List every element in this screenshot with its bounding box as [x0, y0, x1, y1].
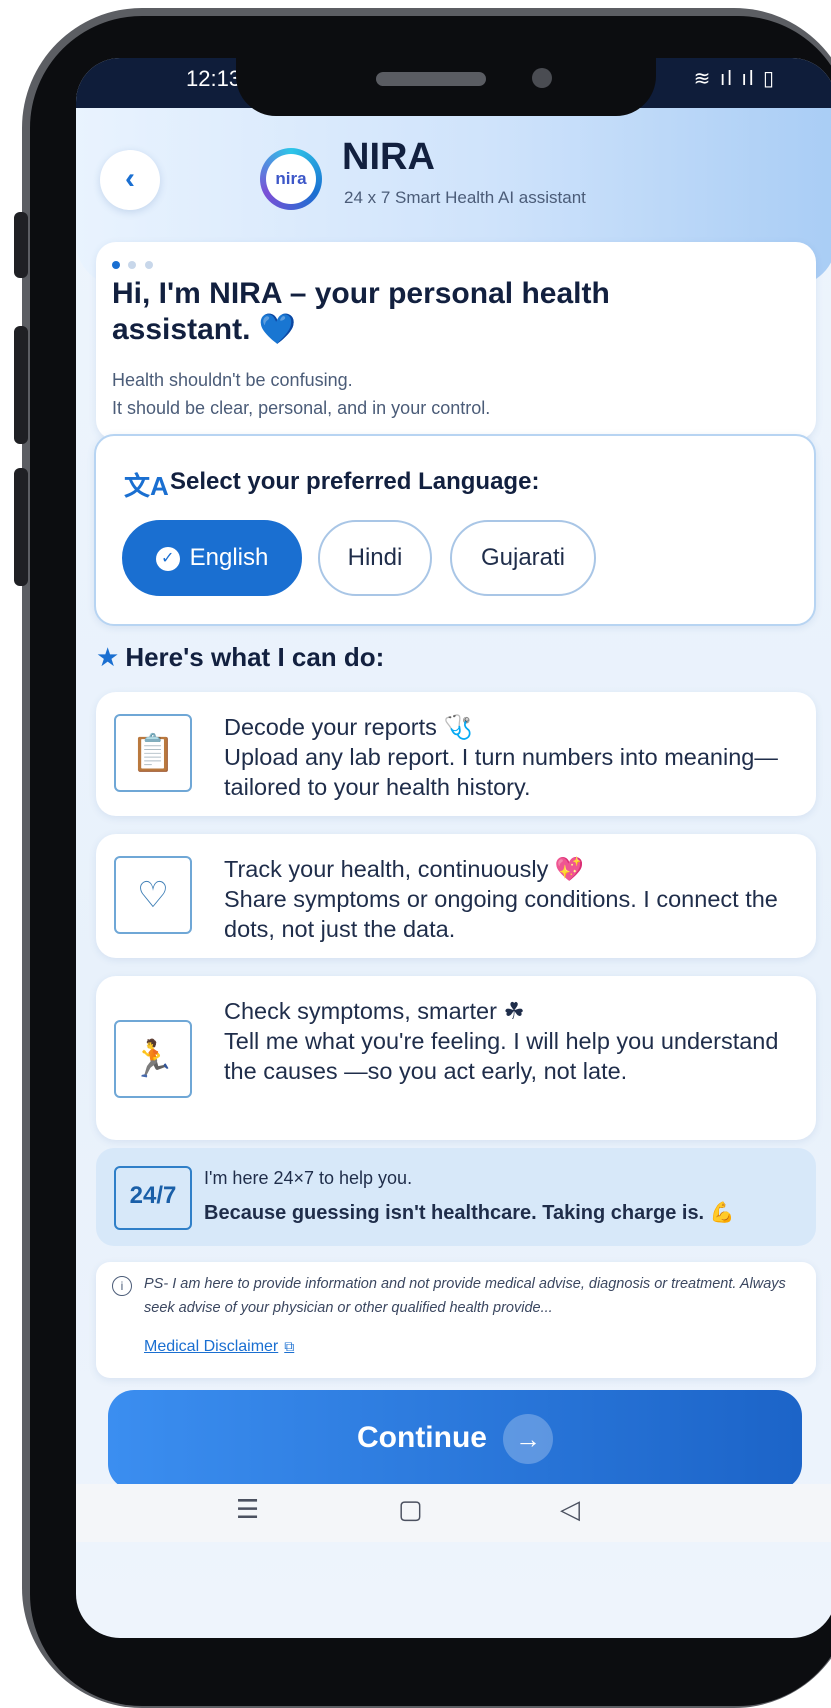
signal-icons: ≋ ıl ıl ▯: [693, 68, 776, 90]
language-option-gujarati[interactable]: Gujarati: [450, 520, 596, 596]
disclaimer-text: PS- I am here to provide information and…: [144, 1276, 786, 1316]
banner-line-1: I'm here 24×7 to help you.: [204, 1168, 413, 1188]
language-option-hindi[interactable]: Hindi: [318, 520, 432, 596]
app-subtitle: 24 x 7 Smart Health AI assistant: [344, 188, 586, 207]
chevron-left-icon: ‹: [125, 162, 135, 195]
front-camera: [532, 68, 552, 88]
capabilities-title-text: Here's what I can do:: [125, 642, 385, 672]
report-icon: 📋: [114, 714, 192, 792]
speaker-grille: [376, 72, 486, 86]
language-option-label: English: [189, 544, 269, 571]
medical-disclaimer-link-text: Medical Disclaimer: [144, 1338, 279, 1355]
intro-card: Hi, I'm NIRA – your personal health assi…: [96, 242, 816, 440]
language-option-label: Gujarati: [480, 544, 566, 571]
language-title: Select your preferred Language:: [170, 468, 540, 495]
feature-card-symptoms[interactable]: 🏃 Check symptoms, smarter ☘ Tell me what…: [96, 976, 816, 1140]
app-title: NIRA: [342, 136, 435, 178]
back-triangle-icon[interactable]: ◁: [560, 1494, 580, 1525]
phone-side-button: [14, 212, 28, 278]
phone-volume-up-button: [14, 326, 28, 444]
star-icon: ★: [96, 642, 120, 672]
blue-heart-icon: 💙: [258, 313, 297, 346]
feature-card-reports[interactable]: 📋 Decode your reports 🩺 Upload any lab r…: [96, 692, 816, 816]
feature-title: Decode your reports 🩺: [224, 714, 473, 740]
status-time: 12:13: [186, 66, 242, 91]
home-icon[interactable]: ▢: [398, 1494, 423, 1525]
feature-title: Check symptoms, smarter ☘: [224, 998, 525, 1024]
feature-description: Share symptoms or ongoing conditions. I …: [224, 886, 778, 942]
feature-card-tracking[interactable]: ♡ Track your health, continuously 💖 Shar…: [96, 834, 816, 958]
intro-line-1: Health shouldn't be confusing.: [112, 370, 353, 390]
info-icon: i: [112, 1276, 132, 1296]
feature-text: Decode your reports 🩺 Upload any lab rep…: [224, 712, 804, 802]
check-icon: ✓: [155, 546, 180, 571]
language-option-english[interactable]: ✓ English: [122, 520, 302, 596]
language-option-label: Hindi: [347, 544, 403, 571]
feature-text: Track your health, continuously 💖 Share …: [224, 854, 804, 944]
carousel-dot[interactable]: [128, 261, 137, 269]
back-button[interactable]: ‹: [100, 150, 160, 210]
carousel-dot[interactable]: [144, 261, 153, 269]
nira-logo: nira: [260, 148, 322, 210]
feature-description: Upload any lab report. I turn numbers in…: [224, 744, 778, 800]
arrow-right-icon: →: [502, 1414, 553, 1465]
logo-text: nira: [266, 154, 316, 204]
intro-headline-text: Hi, I'm NIRA – your personal health assi…: [112, 277, 610, 346]
intro-headline: Hi, I'm NIRA – your personal health assi…: [112, 276, 732, 348]
carousel-dots: [112, 256, 157, 274]
language-card: 文A Select your preferred Language: ✓ Engl…: [94, 434, 816, 626]
app-screen: 12:13 ≋ ıl ıl ▯ ‹ nira NIRA 24 x 7 Smart…: [76, 58, 831, 1638]
running-person-icon: 🏃: [114, 1020, 192, 1098]
android-nav-bar: ☰ ▢ ◁: [76, 1484, 831, 1542]
feature-text: Check symptoms, smarter ☘ Tell me what y…: [224, 996, 804, 1086]
banner-line-2: Because guessing isn't healthcare. Takin…: [204, 1202, 735, 1224]
disclaimer-card: i PS- I am here to provide information a…: [96, 1262, 816, 1378]
translate-icon: 文A: [124, 471, 169, 501]
continue-label: Continue: [357, 1421, 487, 1454]
continue-button[interactable]: Continue →: [108, 1390, 802, 1490]
external-link-icon: ⧉: [284, 1338, 295, 1354]
intro-line-2: It should be clear, personal, and in you…: [112, 398, 491, 418]
carousel-dot[interactable]: [112, 261, 120, 269]
camera-notch: [236, 58, 656, 116]
heart-monitor-icon: ♡: [114, 856, 192, 934]
menu-icon[interactable]: ☰: [236, 1494, 259, 1525]
clock-247-icon: 24/7: [114, 1166, 192, 1230]
feature-description: Tell me what you're feeling. I will help…: [224, 1028, 779, 1084]
support-banner: 24/7 I'm here 24×7 to help you. Because …: [96, 1148, 816, 1246]
phone-volume-down-button: [14, 468, 28, 586]
medical-disclaimer-link[interactable]: Medical Disclaimer ⧉: [144, 1338, 294, 1356]
feature-title: Track your health, continuously 💖: [224, 856, 585, 882]
capabilities-title: ★ Here's what I can do:: [96, 642, 384, 673]
